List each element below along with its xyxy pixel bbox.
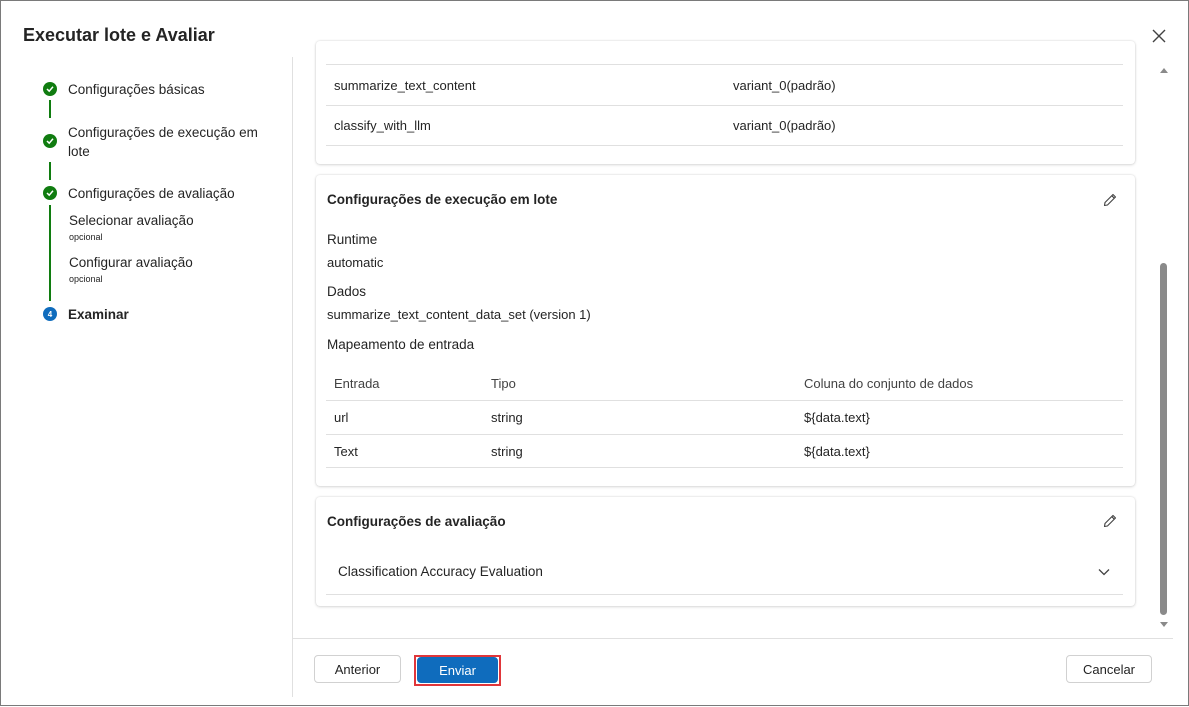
stepper: Configurações básicas Configurações de e… [1, 1, 291, 707]
cancel-button[interactable]: Cancelar [1066, 655, 1152, 683]
footer-divider [293, 638, 1173, 639]
step-review[interactable]: Examinar [68, 305, 129, 324]
caret-up-icon [1160, 68, 1168, 73]
substep-select-eval[interactable]: Selecionar avaliação [69, 213, 194, 228]
node-name: classify_with_llm [334, 118, 431, 133]
input-name: Text [334, 443, 358, 459]
check-icon [43, 134, 57, 148]
back-button[interactable]: Anterior [314, 655, 401, 683]
edit-button[interactable] [1100, 511, 1120, 531]
table-row: summarize_text_content variant_0(padrão) [326, 65, 1123, 106]
eval-name: Classification Accuracy Evaluation [338, 564, 543, 579]
check-icon [43, 186, 57, 200]
variant-name: variant_0(padrão) [733, 118, 836, 133]
chevron-down-icon [1098, 549, 1110, 594]
highlight-box [414, 655, 501, 686]
step-connector [49, 162, 51, 180]
eval-settings-card: Configurações de avaliação Classificatio… [316, 497, 1135, 606]
divider [292, 57, 293, 697]
step-connector [49, 100, 51, 118]
variants-card: summarize_text_content variant_0(padrão)… [316, 41, 1135, 164]
scroll-down-button[interactable] [1158, 619, 1170, 631]
card-title: Configurações de execução em lote [327, 192, 558, 207]
data-label: Dados [327, 284, 367, 299]
eval-accordion-item[interactable]: Classification Accuracy Evaluation [326, 549, 1123, 595]
dataset-column: ${data.text} [804, 410, 870, 425]
step-batch-settings[interactable]: Configurações de execução em lote [68, 123, 268, 161]
substep-configure-eval[interactable]: Configurar avaliação [69, 255, 193, 270]
variant-name: variant_0(padrão) [733, 77, 836, 93]
substep-optional-note: opcional [69, 274, 103, 284]
step-connector [49, 205, 51, 301]
table-row: url string ${data.text} [326, 401, 1123, 435]
batch-settings-card: Configurações de execução em lote Runtim… [316, 175, 1135, 486]
table-row: classify_with_llm variant_0(padrão) [326, 106, 1123, 146]
column-header: Coluna do conjunto de dados [804, 376, 974, 391]
pencil-icon [1103, 514, 1117, 528]
input-name: url [334, 410, 349, 425]
step-number-badge: 4 [43, 307, 57, 321]
table-row: Text string ${data.text} [326, 435, 1123, 468]
runtime-value: automatic [327, 255, 384, 270]
node-name: summarize_text_content [334, 77, 476, 93]
check-icon [43, 82, 57, 96]
scroll-up-button[interactable] [1158, 64, 1170, 76]
substep-optional-note: opcional [69, 232, 103, 242]
close-button[interactable] [1147, 24, 1171, 48]
dialog: Executar lote e Avaliar Configurações bá… [0, 0, 1189, 706]
pencil-icon [1103, 193, 1117, 207]
caret-down-icon [1160, 622, 1168, 627]
close-icon [1152, 29, 1166, 43]
step-basic-settings[interactable]: Configurações básicas [68, 80, 205, 99]
dataset-column: ${data.text} [804, 443, 870, 459]
table-header: Entrada Tipo Coluna do conjunto de dados [326, 367, 1123, 401]
input-type: string [491, 443, 523, 459]
step-eval-settings[interactable]: Configurações de avaliação [68, 184, 235, 203]
runtime-label: Runtime [327, 232, 378, 247]
edit-button[interactable] [1100, 190, 1120, 210]
data-value: summarize_text_content_data_set (version… [327, 307, 591, 322]
column-header: Entrada [334, 376, 380, 391]
mapping-label: Mapeamento de entrada [327, 337, 475, 352]
column-header: Tipo [491, 376, 516, 391]
card-title: Configurações de avaliação [327, 514, 506, 529]
input-type: string [491, 410, 523, 425]
scrollbar-thumb[interactable] [1160, 263, 1167, 615]
